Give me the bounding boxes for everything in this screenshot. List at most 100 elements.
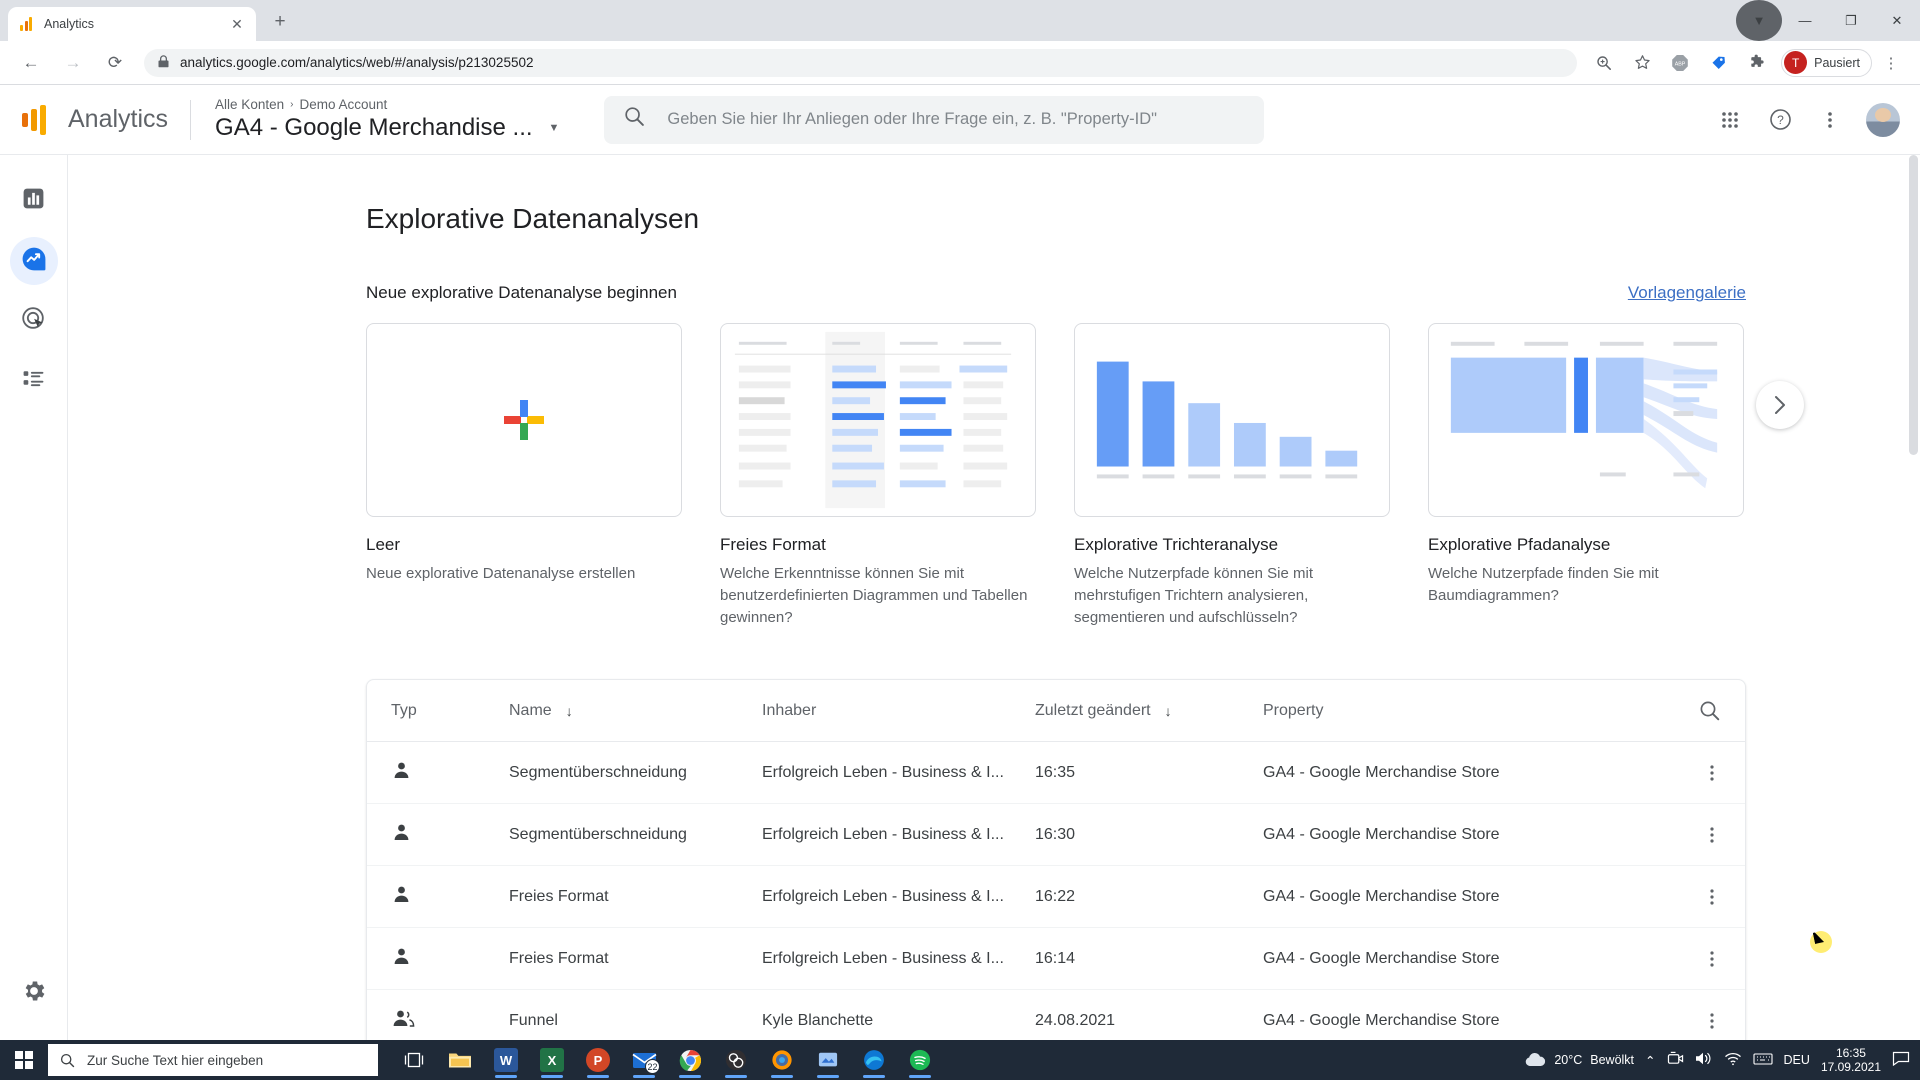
zoom-icon[interactable] [1589, 48, 1619, 78]
table-row[interactable]: Segmentüberschneidung Erfolgreich Leben … [367, 804, 1745, 866]
wifi-icon[interactable] [1724, 1052, 1742, 1069]
search-input[interactable] [667, 110, 1245, 129]
sidebar-item-reports[interactable] [10, 177, 58, 225]
path-sankey-thumb[interactable] [1428, 323, 1744, 517]
single-user-icon [391, 948, 412, 971]
extensions-icon[interactable] [1741, 48, 1771, 78]
taskbar-task-view[interactable] [392, 1040, 436, 1080]
template-gallery-link[interactable]: Vorlagengalerie [1628, 283, 1746, 303]
taskbar-powerpoint[interactable]: P [576, 1040, 620, 1080]
page-title: Explorative Datenanalysen [366, 203, 700, 234]
breadcrumb[interactable]: Alle Konten › Demo Account [215, 97, 559, 112]
browser-menu-icon[interactable]: ⋮ [1876, 48, 1906, 78]
left-nav-rail [0, 155, 68, 1040]
browser-toolbar: ← → ⟳ analytics.google.com/analytics/web… [0, 41, 1920, 85]
blank-plus-thumb[interactable] [366, 323, 682, 517]
taskbar-word[interactable]: W [484, 1040, 528, 1080]
table-row[interactable]: Freies Format Erfolgreich Leben - Busine… [367, 866, 1745, 928]
taskbar-chrome[interactable] [668, 1040, 712, 1080]
notification-icon[interactable] [1892, 1051, 1910, 1069]
taskbar-mail[interactable]: 22 [622, 1040, 666, 1080]
taskbar-snip[interactable] [806, 1040, 850, 1080]
analytics-header: Analytics Alle Konten › Demo Account GA4… [0, 85, 1920, 155]
table-row[interactable]: Freies Format Erfolgreich Leben - Busine… [367, 928, 1745, 990]
template-card-blank[interactable]: Leer Neue explorative Datenanalyse erste… [366, 323, 682, 629]
row-modified: 16:35 [1035, 763, 1076, 781]
table-row[interactable]: Segmentüberschneidung Erfolgreich Leben … [367, 742, 1745, 804]
column-header-typ[interactable]: Typ [391, 702, 509, 720]
keyboard-icon[interactable] [1752, 1052, 1773, 1069]
browser-tab[interactable]: Analytics ✕ [8, 7, 256, 41]
sidebar-item-configure[interactable] [10, 357, 58, 405]
taskbar-obs[interactable] [714, 1040, 758, 1080]
taskbar-spotify[interactable] [898, 1040, 942, 1080]
apps-grid-icon[interactable] [1708, 98, 1752, 142]
breadcrumb-sub[interactable]: Demo Account [299, 97, 387, 112]
freeform-table-thumb[interactable] [720, 323, 1036, 517]
forward-icon[interactable]: → [58, 48, 88, 78]
plus-icon [504, 400, 544, 440]
row-menu-icon[interactable] [1703, 1012, 1721, 1030]
new-tab-button[interactable]: + [266, 8, 294, 36]
window-close-button[interactable]: ✕ [1874, 0, 1920, 41]
address-bar[interactable]: analytics.google.com/analytics/web/#/ana… [144, 48, 1578, 77]
close-icon[interactable]: ✕ [228, 15, 246, 33]
user-avatar[interactable] [1866, 102, 1900, 137]
bookmark-star-icon[interactable] [1627, 48, 1657, 78]
property-selector[interactable]: Alle Konten › Demo Account GA4 - Google … [191, 97, 559, 142]
tag-icon[interactable] [1703, 48, 1733, 78]
card-description: Welche Erkenntnisse können Sie mit benut… [720, 565, 1028, 626]
global-search-box[interactable] [604, 95, 1265, 144]
taskbar-edge[interactable] [852, 1040, 896, 1080]
adblock-icon[interactable]: ABP [1665, 48, 1695, 78]
sidebar-item-admin[interactable] [21, 978, 47, 1010]
sidebar-item-advertising[interactable] [10, 297, 58, 345]
camera-icon[interactable] [1667, 1051, 1684, 1069]
taskbar-firefox[interactable] [760, 1040, 804, 1080]
snip-icon [818, 1052, 838, 1067]
table-search-button[interactable] [1681, 700, 1721, 722]
maximize-button[interactable]: ❐ [1828, 0, 1874, 41]
table-row[interactable]: Funnel Kyle Blanchette 24.08.2021 GA4 - … [367, 990, 1745, 1040]
more-vert-icon[interactable] [1808, 98, 1852, 142]
row-menu-icon[interactable] [1703, 826, 1721, 844]
column-header-property[interactable]: Property [1263, 702, 1681, 720]
carousel-next-button[interactable] [1756, 381, 1804, 429]
profile-chip[interactable]: T Pausiert [1781, 48, 1872, 77]
row-menu-icon[interactable] [1703, 888, 1721, 906]
row-modified: 16:22 [1035, 887, 1076, 905]
taskbar-excel[interactable]: X [530, 1040, 574, 1080]
taskbar-search[interactable]: Zur Suche Text hier eingeben [48, 1044, 378, 1076]
column-header-name[interactable]: Name ↓ [509, 702, 762, 720]
template-card-funnel[interactable]: Explorative Trichteranalyse Welche Nutze… [1074, 323, 1390, 629]
volume-icon[interactable] [1695, 1051, 1713, 1069]
row-menu-icon[interactable] [1703, 764, 1721, 782]
back-icon[interactable]: ← [16, 48, 46, 78]
clock[interactable]: 16:35 17.09.2021 [1821, 1046, 1881, 1074]
reload-icon[interactable]: ⟳ [100, 48, 130, 78]
row-menu-icon[interactable] [1703, 950, 1721, 968]
template-card-path[interactable]: Explorative Pfadanalyse Welche Nutzerpfa… [1428, 323, 1744, 629]
chevron-down-icon[interactable]: ▼ [549, 122, 560, 134]
page-scrollbar[interactable] [1906, 155, 1920, 1040]
template-card-freeform[interactable]: Freies Format Welche Erkenntnisse können… [720, 323, 1036, 629]
column-header-inhaber[interactable]: Inhaber [762, 702, 1035, 720]
start-button[interactable] [0, 1051, 48, 1069]
column-header-modified[interactable]: Zuletzt geändert ↓ [1035, 702, 1263, 720]
funnel-bars-thumb[interactable] [1074, 323, 1390, 517]
minimize-button[interactable]: — [1782, 0, 1828, 41]
single-user-icon [391, 824, 412, 847]
breadcrumb-account[interactable]: Alle Konten [215, 97, 284, 112]
sidebar-item-explore[interactable] [9, 237, 58, 285]
analytics-logo-icon[interactable] [0, 104, 68, 135]
browser-tab-strip: Analytics ✕ + ▼ — ❐ ✕ [0, 0, 1920, 41]
weather-widget[interactable]: 20°C Bewölkt [1524, 1052, 1634, 1068]
language-indicator[interactable]: DEU [1784, 1053, 1810, 1067]
single-user-icon [391, 886, 412, 909]
help-icon[interactable]: ? [1758, 98, 1802, 142]
pin-badge-icon[interactable]: ▼ [1736, 0, 1782, 41]
tray-expand-icon[interactable]: ⌃ [1645, 1053, 1655, 1068]
scrollbar-thumb[interactable] [1909, 155, 1918, 455]
taskbar-file-explorer[interactable] [438, 1040, 482, 1080]
chrome-icon [679, 1049, 701, 1071]
